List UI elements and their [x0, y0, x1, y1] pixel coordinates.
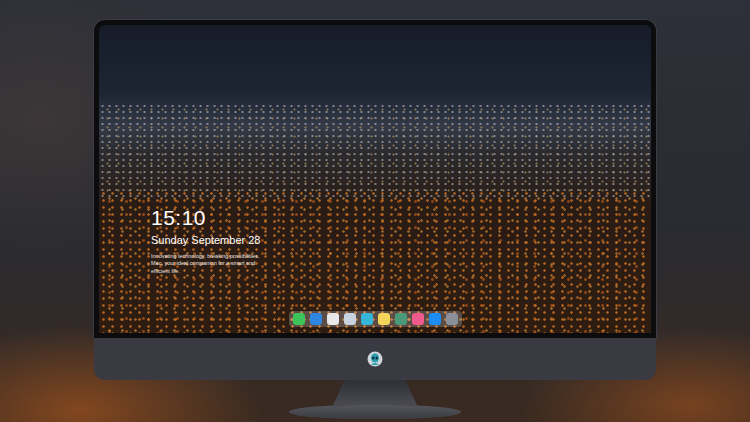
monitor-stand: [333, 380, 417, 405]
app-icon[interactable]: [344, 313, 356, 325]
app-icon[interactable]: [361, 313, 373, 325]
app-icon[interactable]: [446, 313, 458, 325]
app-icon[interactable]: [412, 313, 424, 325]
dock-area: [99, 311, 651, 330]
screen: 15:10 Sunday September 28 Innovating techn…: [94, 20, 656, 338]
app-icon[interactable]: [395, 313, 407, 325]
app-icon[interactable]: [327, 313, 339, 325]
app-icon[interactable]: [378, 313, 390, 325]
app-icon[interactable]: [310, 313, 322, 325]
monitor-chin: [94, 338, 656, 380]
app-icon[interactable]: [429, 313, 441, 325]
clock-widget: 15:10 Sunday September 28 Innovating techn…: [99, 25, 651, 275]
clock-date: Sunday September 28: [151, 234, 651, 247]
clock-tagline: Innovating technology, breaking possibil…: [151, 253, 263, 274]
wallpaper: 15:10 Sunday September 28 Innovating techn…: [99, 25, 651, 333]
logo-icon: [367, 351, 383, 367]
app-icon[interactable]: [293, 313, 305, 325]
monitor-base: [289, 405, 461, 419]
clock-time: 15:10: [151, 206, 651, 229]
monitor: 15:10 Sunday September 28 Innovating techn…: [0, 0, 750, 419]
dock: [289, 311, 462, 327]
